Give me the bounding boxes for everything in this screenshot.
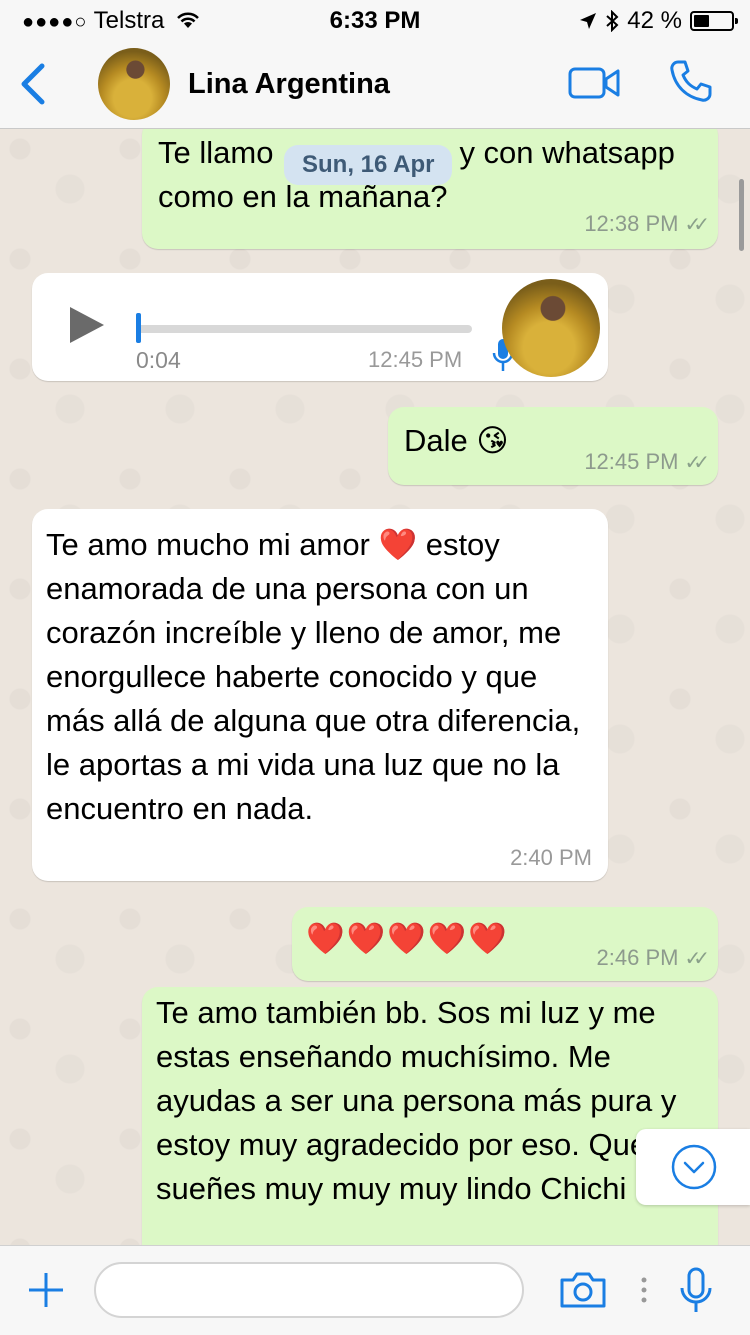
camera-icon[interactable] xyxy=(558,1270,608,1310)
video-call-icon[interactable] xyxy=(568,66,620,100)
phone-icon[interactable] xyxy=(668,58,714,104)
bluetooth-icon xyxy=(606,10,619,32)
scroll-down-icon xyxy=(671,1144,717,1190)
contact-avatar[interactable] xyxy=(98,48,170,120)
message-text: ❤️❤️❤️❤️❤️ xyxy=(306,921,509,956)
message-meta: 12:38 PM ✓✓ xyxy=(584,211,709,237)
message-incoming[interactable]: Te amo mucho mi amor ❤️ estoy enamorada … xyxy=(32,509,608,881)
scroll-indicator xyxy=(739,179,744,251)
chat-header: Lina Argentina xyxy=(0,40,750,129)
message-text-part: Te llamo xyxy=(158,135,274,170)
read-ticks-icon: ✓✓ xyxy=(684,947,709,970)
message-text: Te amo mucho mi amor ❤️ estoy enamorada … xyxy=(46,527,581,826)
message-meta: 2:46 PM ✓✓ xyxy=(596,945,710,971)
message-text: Dale 😘 xyxy=(404,423,509,458)
battery-percent: 42 % xyxy=(627,7,682,34)
message-input[interactable] xyxy=(94,1262,524,1318)
message-text: Te amo también bb. Sos mi luz y me estas… xyxy=(156,995,677,1206)
sender-avatar xyxy=(502,279,600,377)
chat-area[interactable]: Te llamo y con whatsapp como en la mañana… xyxy=(0,129,750,1245)
message-time: 12:45 PM xyxy=(368,347,463,372)
message-time: 12:38 PM xyxy=(584,211,679,236)
contact-name[interactable]: Lina Argentina xyxy=(188,68,390,101)
message-outgoing[interactable]: Dale 😘 12:45 PM ✓✓ xyxy=(388,407,718,485)
status-bar: ●●●●○ Telstra 6:33 PM 42 % xyxy=(0,0,750,40)
message-meta: 2:40 PM xyxy=(510,845,592,871)
audio-progress-track[interactable] xyxy=(136,313,472,343)
message-time: 12:45 PM xyxy=(584,449,679,474)
message-outgoing[interactable]: Te amo también bb. Sos mi luz y me estas… xyxy=(142,987,718,1245)
scroll-to-bottom-button[interactable] xyxy=(636,1129,750,1205)
back-chevron-icon[interactable] xyxy=(14,60,54,108)
message-time: 2:40 PM xyxy=(510,845,592,870)
audio-duration: 0:04 xyxy=(136,347,181,373)
battery-icon xyxy=(690,11,738,31)
date-pill: Sun, 16 Apr xyxy=(284,145,453,185)
plus-icon[interactable] xyxy=(26,1270,66,1310)
input-bar xyxy=(0,1245,750,1335)
play-icon[interactable] xyxy=(68,305,106,345)
microphone-icon[interactable] xyxy=(678,1266,714,1316)
message-outgoing[interactable]: ❤️❤️❤️❤️❤️ 2:46 PM ✓✓ xyxy=(292,907,718,981)
more-dots-icon[interactable] xyxy=(640,1276,648,1304)
message-text-part: y con whatsapp xyxy=(459,135,675,170)
audio-progress-thumb[interactable] xyxy=(136,313,141,343)
read-ticks-icon: ✓✓ xyxy=(684,213,709,236)
message-meta: 12:45 PM ✓✓ xyxy=(584,449,709,475)
read-ticks-icon: ✓✓ xyxy=(684,451,709,474)
message-time: 2:46 PM xyxy=(596,945,679,970)
voice-message[interactable]: 0:04 12:45 PM xyxy=(32,273,608,381)
location-icon xyxy=(580,13,597,29)
status-right: 42 % xyxy=(579,7,738,35)
